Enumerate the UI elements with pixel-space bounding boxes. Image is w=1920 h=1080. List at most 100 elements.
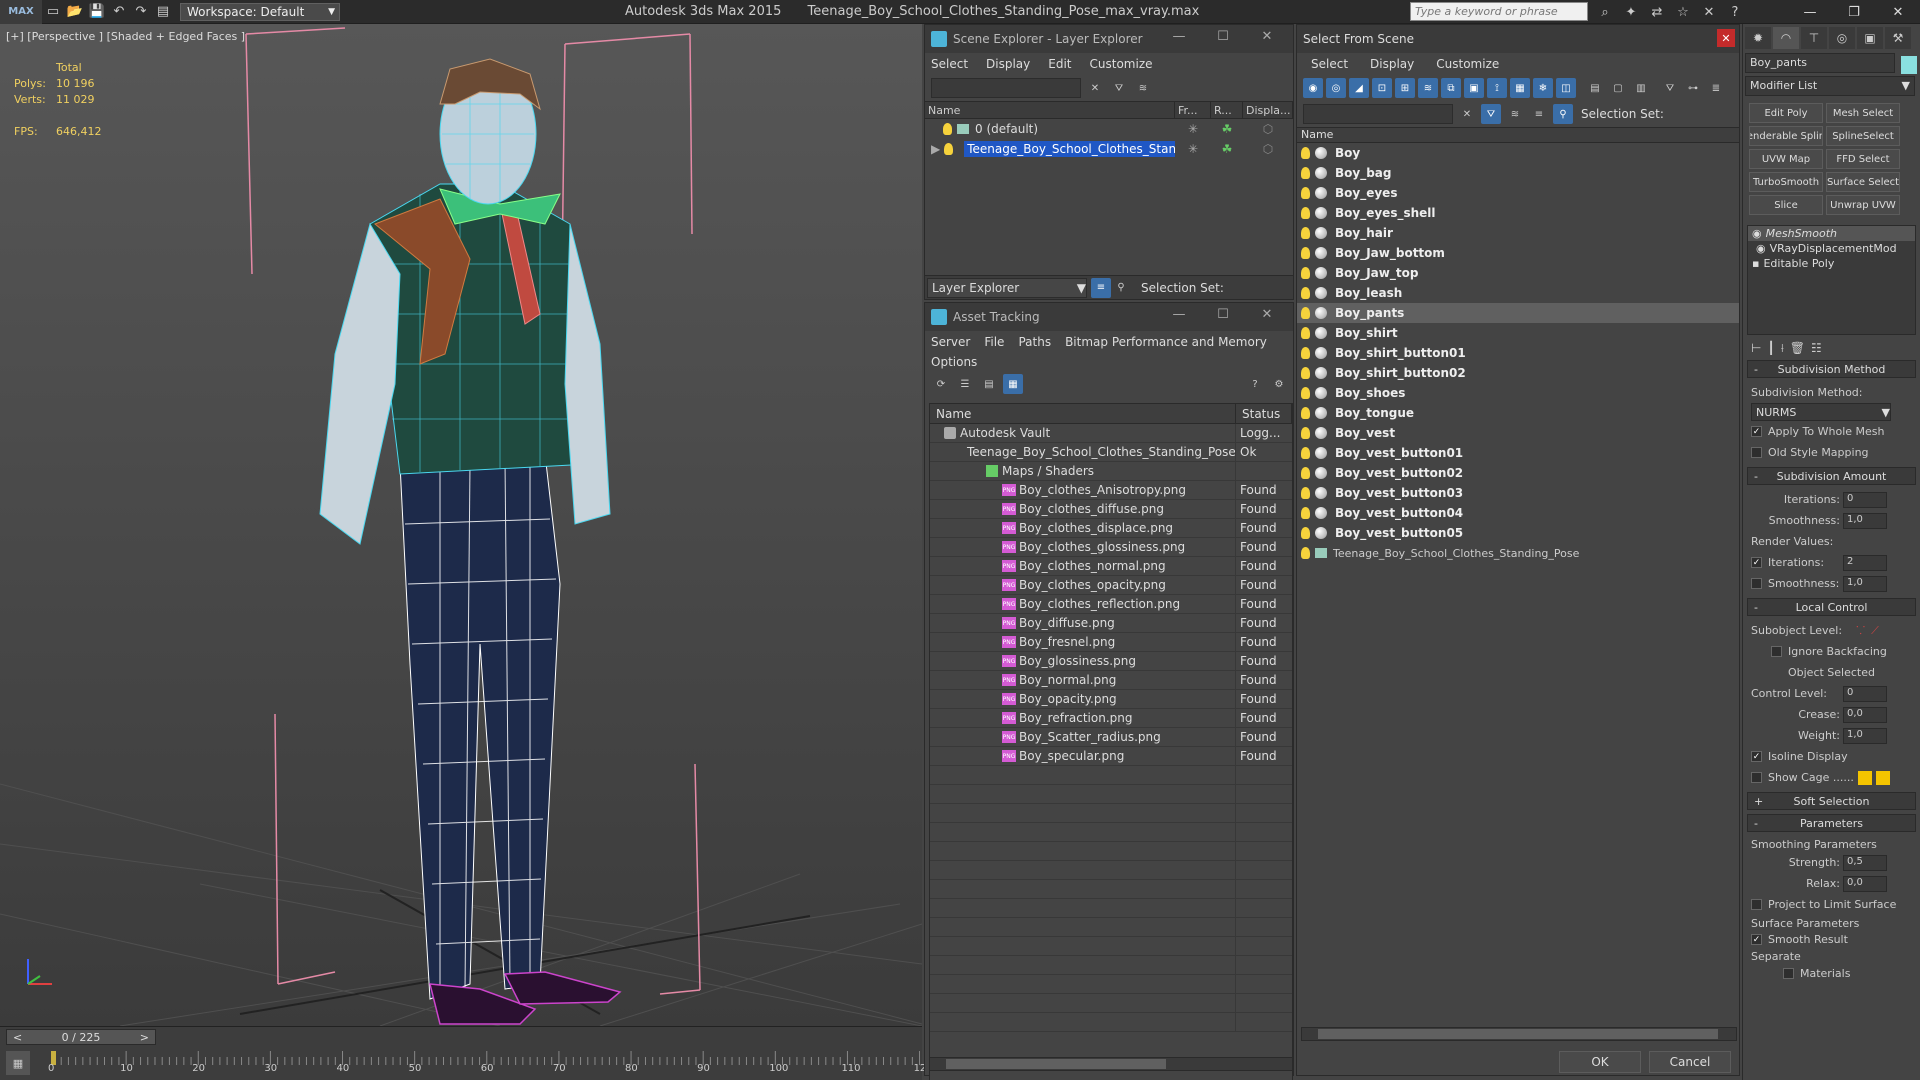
old-style-mapping-row[interactable]: Old Style Mapping	[1743, 442, 1920, 463]
minimize-icon[interactable]: —	[1157, 307, 1201, 322]
object-row[interactable]: Boy_vest	[1297, 423, 1739, 443]
object-row[interactable]: Boy_shirt	[1297, 323, 1739, 343]
lightbulb-icon[interactable]	[1301, 427, 1310, 439]
modifier-button[interactable]: Unwrap UVW	[1826, 195, 1900, 215]
asset-row[interactable]: Teenage_Boy_School_Clothes_Standing_Pose…	[930, 443, 1292, 462]
lightbulb-icon[interactable]	[1301, 507, 1310, 519]
object-row[interactable]: Boy_eyes_shell	[1297, 203, 1739, 223]
stack-item-editable-poly[interactable]: ▪ Editable Poly	[1748, 256, 1915, 271]
modifier-button[interactable]: Surface Select	[1826, 172, 1900, 192]
relax-spinner[interactable]: 0,0	[1843, 875, 1887, 892]
lightbulb-icon[interactable]	[1301, 527, 1310, 539]
lightbulb-icon[interactable]	[1301, 547, 1310, 559]
rollout-subdivision-method[interactable]: - Subdivision Method	[1747, 360, 1916, 378]
asset-row[interactable]: PNG Boy_opacity.png Found	[930, 690, 1292, 709]
filter-groups-icon[interactable]: ⧉	[1441, 78, 1461, 98]
filter-shapes-icon[interactable]: ◎	[1326, 78, 1346, 98]
rollout-soft-selection[interactable]: + Soft Selection	[1747, 792, 1916, 810]
ignore-backfacing-checkbox[interactable]	[1771, 646, 1782, 657]
object-row[interactable]: Boy_vest_button03	[1297, 483, 1739, 503]
col-name[interactable]: Name	[925, 102, 1175, 118]
close-icon[interactable]: ✕	[1245, 29, 1289, 44]
viewport-label[interactable]: [+] [Perspective ] [Shaded + Edged Faces…	[6, 30, 245, 43]
help-icon[interactable]: ?	[1725, 2, 1745, 22]
scrollbar-thumb[interactable]	[1318, 1029, 1718, 1039]
display-icon[interactable]: ⬡	[1243, 122, 1293, 136]
slider-next-icon[interactable]: >	[140, 1031, 149, 1044]
find-input[interactable]	[1303, 104, 1453, 124]
modifier-list-dropdown[interactable]: Modifier List ▼	[1745, 76, 1915, 96]
display-tab-icon[interactable]: ▣	[1857, 27, 1883, 49]
modifier-button[interactable]: enderable Splin	[1749, 126, 1823, 146]
menu-options[interactable]: Options	[931, 355, 977, 369]
open-file-icon[interactable]: 📂	[64, 2, 86, 22]
asset-row[interactable]: PNG Boy_clothes_opacity.png Found	[930, 576, 1292, 595]
object-row[interactable]: Boy_vest_button05	[1297, 523, 1739, 543]
lightbulb-icon[interactable]	[1301, 327, 1310, 339]
object-row[interactable]: Boy_leash	[1297, 283, 1739, 303]
crease-spinner[interactable]: 0,0	[1843, 706, 1887, 723]
lightbulb-icon[interactable]	[1301, 287, 1310, 299]
object-row[interactable]: Boy_tongue	[1297, 403, 1739, 423]
col-name[interactable]: Name	[930, 404, 1236, 423]
modifier-button[interactable]: SplineSelect	[1826, 126, 1900, 146]
close-icon[interactable]: ✕	[1245, 307, 1289, 322]
object-row[interactable]: Boy_vest_button01	[1297, 443, 1739, 463]
maximize-icon[interactable]: ☐	[1201, 29, 1245, 44]
asset-row[interactable]: PNG Boy_refraction.png Found	[930, 709, 1292, 728]
menu-customize[interactable]: Customize	[1090, 57, 1153, 71]
close-x-icon[interactable]: ✕	[1699, 2, 1719, 22]
modifier-button[interactable]: Slice	[1749, 195, 1823, 215]
invert-selection-icon[interactable]: ▥	[1631, 78, 1651, 98]
lightbulb-icon[interactable]	[1301, 227, 1310, 239]
menu-select[interactable]: Select	[1311, 57, 1348, 71]
perspective-viewport[interactable]: [+] [Perspective ] [Shaded + Edged Faces…	[0, 24, 922, 1026]
project-limit-checkbox[interactable]	[1751, 899, 1762, 910]
asset-row[interactable]: Maps / Shaders	[930, 462, 1292, 481]
edge-mode-icon[interactable]: ⟋	[1871, 624, 1879, 638]
freeze-icon[interactable]: ✳	[1175, 122, 1211, 136]
old-style-mapping-checkbox[interactable]	[1751, 447, 1762, 458]
close-icon[interactable]: ✕	[1876, 0, 1920, 24]
filter-lights-icon[interactable]: ◢	[1349, 78, 1369, 98]
scrollbar-thumb[interactable]	[946, 1059, 1166, 1069]
menu-server[interactable]: Server	[931, 335, 970, 349]
display-icon[interactable]: ⬡	[1243, 142, 1293, 156]
configure-sets-icon[interactable]: ☷	[1811, 341, 1822, 356]
col-freeze[interactable]: Fr...	[1175, 102, 1211, 118]
modifier-button[interactable]: FFD Select	[1826, 149, 1900, 169]
weight-spinner[interactable]: 1,0	[1843, 727, 1887, 744]
lightbulb-icon[interactable]	[1301, 247, 1310, 259]
object-row[interactable]: Boy_eyes	[1297, 183, 1739, 203]
menu-display[interactable]: Display	[1370, 57, 1414, 71]
iterations-spinner[interactable]: 0	[1843, 491, 1887, 508]
table-view-icon[interactable]: ▦	[1003, 374, 1023, 394]
minimize-icon[interactable]: —	[1157, 29, 1201, 44]
menu-customize[interactable]: Customize	[1436, 57, 1499, 71]
undo-icon[interactable]: ↶	[108, 2, 130, 22]
app-logo[interactable]: MAX	[0, 0, 42, 24]
new-scene-icon[interactable]: ▭	[42, 2, 64, 22]
smooth-result-checkbox[interactable]: ✓	[1751, 934, 1762, 945]
hierarchy-icon[interactable]: ⊶	[1683, 78, 1703, 98]
layer-row[interactable]: 0 (default) ✳ ☘ ⬡	[925, 119, 1293, 139]
pin-stack-icon[interactable]: ⊢	[1751, 341, 1761, 356]
menu-paths[interactable]: Paths	[1018, 335, 1051, 349]
remove-modifier-icon[interactable]: 🗑	[1790, 341, 1805, 356]
make-unique-icon[interactable]: ⟊	[1781, 341, 1784, 356]
object-row[interactable]: Boy_shoes	[1297, 383, 1739, 403]
rollout-local-control[interactable]: - Local Control	[1747, 598, 1916, 616]
render-icon[interactable]: ☘	[1211, 122, 1243, 136]
materials-checkbox[interactable]	[1783, 968, 1794, 979]
scene-explorer-titlebar[interactable]: Scene Explorer - Layer Explorer — ☐ ✕	[925, 25, 1293, 53]
asset-row[interactable]: PNG Boy_diffuse.png Found	[930, 614, 1292, 633]
tools-icon[interactable]: ✦	[1621, 2, 1641, 22]
apply-whole-mesh-row[interactable]: ✓ Apply To Whole Mesh	[1743, 421, 1920, 442]
modifier-button[interactable]: Edit Poly	[1749, 103, 1823, 123]
lightbulb-icon[interactable]	[1301, 487, 1310, 499]
modifier-button[interactable]: UVW Map	[1749, 149, 1823, 169]
maximize-icon[interactable]: ❐	[1832, 0, 1876, 24]
asset-row[interactable]: PNG Boy_clothes_Anisotropy.png Found	[930, 481, 1292, 500]
smoothness-spinner[interactable]: 1,0	[1843, 512, 1887, 529]
cage-selected-color-swatch[interactable]	[1875, 770, 1890, 785]
